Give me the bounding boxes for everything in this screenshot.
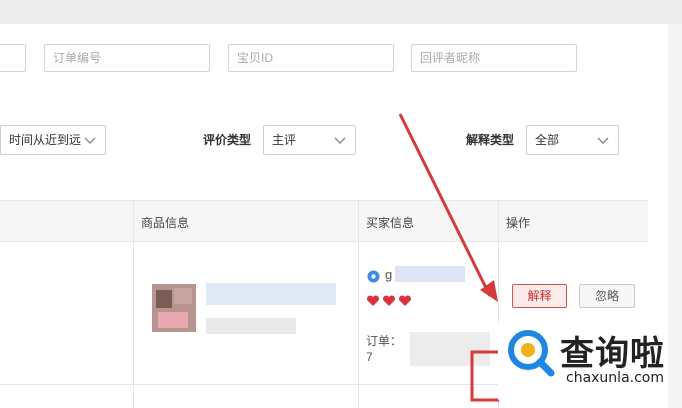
item-id-input[interactable]: 宝贝ID [228, 44, 394, 72]
buyer-credit-hearts-icon [366, 295, 412, 306]
sort-order-value: 时间从近到远 [9, 133, 82, 147]
order-number-partial[interactable]: 7 [366, 350, 373, 364]
chevron-down-icon [84, 137, 96, 144]
ignore-button[interactable]: 忽略 [579, 284, 635, 308]
partial-input-field[interactable] [0, 44, 26, 72]
table-header: 商品信息 买家信息 操作 [0, 200, 648, 242]
explain-type-value: 全部 [535, 133, 560, 147]
watermark-brand: 查询啦 [560, 334, 665, 374]
sort-order-select[interactable]: 时间从近到远 [0, 125, 106, 155]
order-number-input[interactable]: 订单编号 [44, 44, 210, 72]
product-thumbnail[interactable] [152, 284, 196, 332]
top-bar [0, 0, 682, 24]
buyer-name[interactable]: g [385, 267, 392, 282]
explain-type-select[interactable]: 全部 [526, 125, 619, 155]
watermark-domain: chaxunla.com [566, 370, 664, 386]
buyer-chat-icon[interactable] [367, 270, 380, 283]
column-header-item-info: 商品信息 [141, 216, 190, 230]
column-header-buyer-info: 买家信息 [366, 216, 415, 230]
order-label: 订单： [366, 334, 403, 348]
column-divider [358, 200, 359, 408]
buyer-name-blurred [395, 266, 465, 282]
chevron-down-icon [334, 137, 346, 144]
rating-type-value: 主评 [272, 133, 297, 147]
product-title-blurred [206, 283, 336, 305]
reviewer-nickname-input[interactable]: 回评者昵称 [411, 44, 577, 72]
product-subtitle-blurred [206, 318, 296, 334]
column-divider [133, 200, 134, 408]
magnifier-logo-icon [508, 330, 555, 377]
chevron-down-icon [597, 137, 609, 144]
rating-type-select[interactable]: 主评 [263, 125, 356, 155]
explain-type-label: 解释类型 [466, 133, 515, 147]
explain-button[interactable]: 解释 [512, 284, 567, 308]
order-number-blurred [410, 332, 490, 366]
rating-type-label: 评价类型 [203, 133, 252, 147]
column-header-actions: 操作 [506, 216, 531, 230]
